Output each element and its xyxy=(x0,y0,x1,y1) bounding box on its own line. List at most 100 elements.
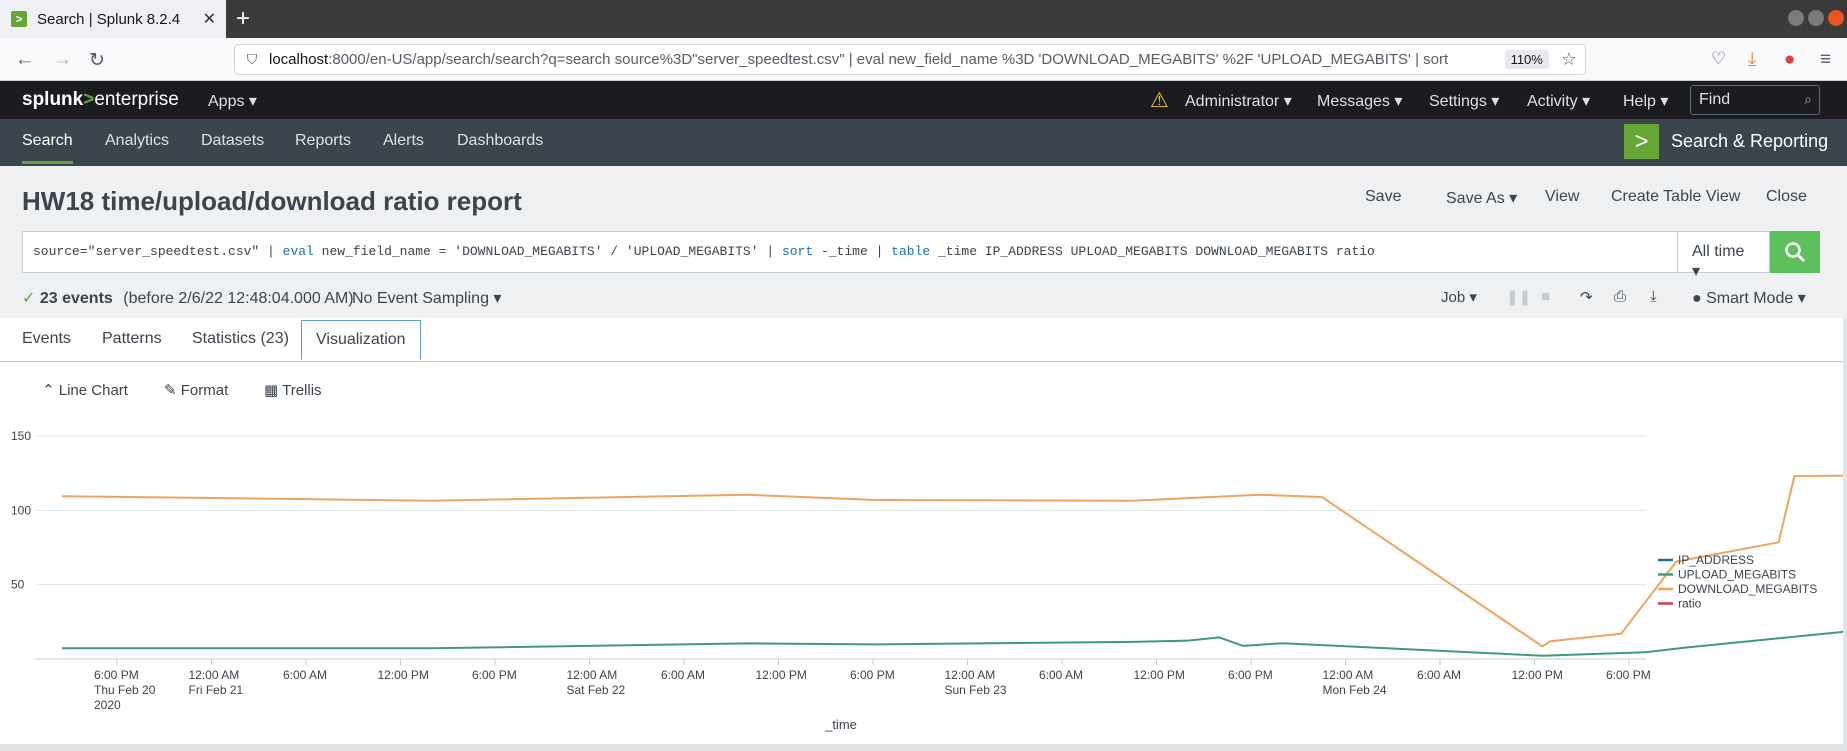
settings-menu[interactable]: Settings ▾ xyxy=(1429,91,1499,111)
legend-item-upload-megabits: UPLOAD_MEGABITS xyxy=(1678,568,1796,582)
chart-type-button[interactable]: ⌃ Line Chart xyxy=(42,381,128,399)
legend-item-ip-address: IP_ADDRESS xyxy=(1678,553,1754,567)
query-part: source="server_speedtest.csv" | xyxy=(33,244,283,259)
browser-tab[interactable]: > Search | Splunk 8.2.4 ✕ xyxy=(0,0,226,38)
x-tick-label: 6:00 PM xyxy=(472,668,517,682)
tab-analytics[interactable]: Analytics xyxy=(105,132,169,150)
logo-enterprise: enterprise xyxy=(94,89,179,110)
tab-statistics[interactable]: Statistics (23) xyxy=(192,330,289,348)
report-title: HW18 time/upload/download ratio report xyxy=(22,186,522,216)
minimize-window-icon[interactable] xyxy=(1788,10,1804,26)
y-tick-label: 100 xyxy=(11,503,31,517)
app-title: Search & Reporting xyxy=(1671,131,1829,151)
event-time-range: (before 2/6/22 12:48:04.000 AM) xyxy=(123,290,354,307)
share-icon[interactable]: ↷ xyxy=(1580,288,1593,306)
search-query-input[interactable]: source="server_speedtest.csv" | eval new… xyxy=(22,231,1678,273)
event-sampling-dropdown[interactable]: No Event Sampling ▾ xyxy=(352,288,501,308)
tab-dashboards[interactable]: Dashboards xyxy=(457,132,543,150)
search-mode-dropdown[interactable]: ● Smart Mode ▾ xyxy=(1692,288,1806,308)
tab-visualization[interactable]: Visualization xyxy=(301,320,421,360)
query-part: _time IP_ADDRESS UPLOAD_MEGABITS DOWNLOA… xyxy=(930,244,1375,259)
address-bar[interactable]: ⛉ localhost:8000/en-US/app/search/search… xyxy=(234,44,1586,75)
downloads-icon[interactable]: ⤓ xyxy=(1748,49,1756,71)
search-mode-label: Smart Mode ▾ xyxy=(1706,290,1806,307)
warning-icon[interactable]: ⚠ xyxy=(1150,88,1169,113)
close-window-icon[interactable] xyxy=(1828,10,1844,26)
time-range-picker[interactable]: All time ▾ xyxy=(1678,231,1770,280)
bottom-border xyxy=(0,744,1847,751)
x-tick-label: 6:00 AM xyxy=(283,668,327,682)
close-button[interactable]: Close xyxy=(1766,188,1807,206)
forward-icon[interactable]: → xyxy=(53,49,72,71)
menu-hamburger-icon[interactable]: ≡ xyxy=(1820,49,1831,71)
legend-item-download-megabits: DOWNLOAD_MEGABITS xyxy=(1678,582,1817,596)
pocket-icon[interactable]: ♡ xyxy=(1711,49,1726,69)
splunk-header: splunk>enterprise Apps ▾ ⚠ Administrator… xyxy=(0,81,1847,119)
x-tick-label: 12:00 AM xyxy=(189,668,240,682)
search-app-icon: > xyxy=(1624,124,1659,159)
app-nav-bar: Search Analytics Datasets Reports Alerts… xyxy=(0,119,1847,166)
url-path: :8000/en-US/app/search/search?q=search s… xyxy=(328,51,1449,68)
activity-menu[interactable]: Activity ▾ xyxy=(1527,91,1590,111)
format-label: Format xyxy=(180,382,229,399)
x-tick-label: 12:00 PM xyxy=(1134,668,1185,682)
splunk-favicon-icon: > xyxy=(11,11,27,27)
run-search-button[interactable] xyxy=(1770,231,1820,273)
zoom-level[interactable]: 110% xyxy=(1504,50,1549,69)
find-input[interactable]: Find ⌕ xyxy=(1690,85,1820,115)
browser-tab-bar: > Search | Splunk 8.2.4 ✕ + xyxy=(0,0,1847,38)
x-tick-label: 2020 xyxy=(94,698,121,712)
messages-menu[interactable]: Messages ▾ xyxy=(1317,91,1402,111)
logo-gt: > xyxy=(83,89,95,110)
y-tick-label: 150 xyxy=(11,429,31,443)
pencil-icon: ✎ xyxy=(164,382,177,399)
trellis-button[interactable]: ▦ Trellis xyxy=(264,381,322,399)
print-icon[interactable]: ⎙ xyxy=(1614,288,1626,305)
x-tick-label: 6:00 PM xyxy=(850,668,895,682)
x-tick-label: 12:00 AM xyxy=(567,668,618,682)
query-part: -_time | xyxy=(813,244,892,259)
create-table-view-button[interactable]: Create Table View xyxy=(1611,188,1740,206)
x-tick-label: Thu Feb 20 xyxy=(94,683,156,697)
close-tab-icon[interactable]: ✕ xyxy=(203,9,216,29)
y-tick-label: 50 xyxy=(11,578,25,592)
search-icon xyxy=(1785,242,1805,262)
tab-events[interactable]: Events xyxy=(22,330,71,348)
bookmark-star-icon[interactable]: ☆ xyxy=(1561,49,1577,70)
search-icon[interactable]: ⌕ xyxy=(1804,91,1812,108)
stop-icon[interactable]: ■ xyxy=(1541,288,1550,305)
tab-patterns[interactable]: Patterns xyxy=(102,330,162,348)
scrollbar-track[interactable] xyxy=(1843,318,1847,751)
administrator-menu[interactable]: Administrator ▾ xyxy=(1185,91,1292,111)
splunk-logo[interactable]: splunk>enterprise xyxy=(22,89,179,111)
x-tick-label: 6:00 PM xyxy=(1228,668,1273,682)
site-info-icon[interactable]: ⛉ xyxy=(235,51,269,68)
x-tick-label: 12:00 PM xyxy=(1512,668,1563,682)
back-icon[interactable]: ← xyxy=(15,49,34,71)
trellis-label: Trellis xyxy=(282,382,322,399)
x-tick-label: 12:00 PM xyxy=(378,668,429,682)
apps-menu[interactable]: Apps ▾ xyxy=(208,91,257,111)
find-placeholder: Find xyxy=(1699,91,1731,108)
check-icon: ✓ xyxy=(22,290,36,307)
tab-search[interactable]: Search xyxy=(22,132,73,164)
query-command: sort xyxy=(781,244,814,259)
tab-alerts[interactable]: Alerts xyxy=(383,132,424,150)
tab-datasets[interactable]: Datasets xyxy=(201,132,264,150)
pause-icon[interactable]: ❚❚ xyxy=(1506,288,1531,306)
job-menu[interactable]: Job ▾ xyxy=(1441,288,1477,306)
view-button[interactable]: View xyxy=(1545,188,1579,206)
x-tick-label: 6:00 PM xyxy=(1606,668,1651,682)
export-icon[interactable]: ⤓ xyxy=(1650,288,1657,305)
reload-icon[interactable]: ↻ xyxy=(89,49,105,72)
save-button[interactable]: Save xyxy=(1365,188,1401,206)
save-as-button[interactable]: Save As ▾ xyxy=(1446,188,1517,208)
maximize-window-icon[interactable] xyxy=(1808,10,1824,26)
query-command: eval xyxy=(282,244,314,259)
new-tab-icon[interactable]: + xyxy=(236,5,250,33)
tab-reports[interactable]: Reports xyxy=(295,132,351,150)
format-button[interactable]: ✎ Format xyxy=(164,381,228,399)
query-command: table xyxy=(891,244,931,259)
extension-icon[interactable]: ● xyxy=(1784,49,1795,71)
help-menu[interactable]: Help ▾ xyxy=(1623,91,1668,111)
